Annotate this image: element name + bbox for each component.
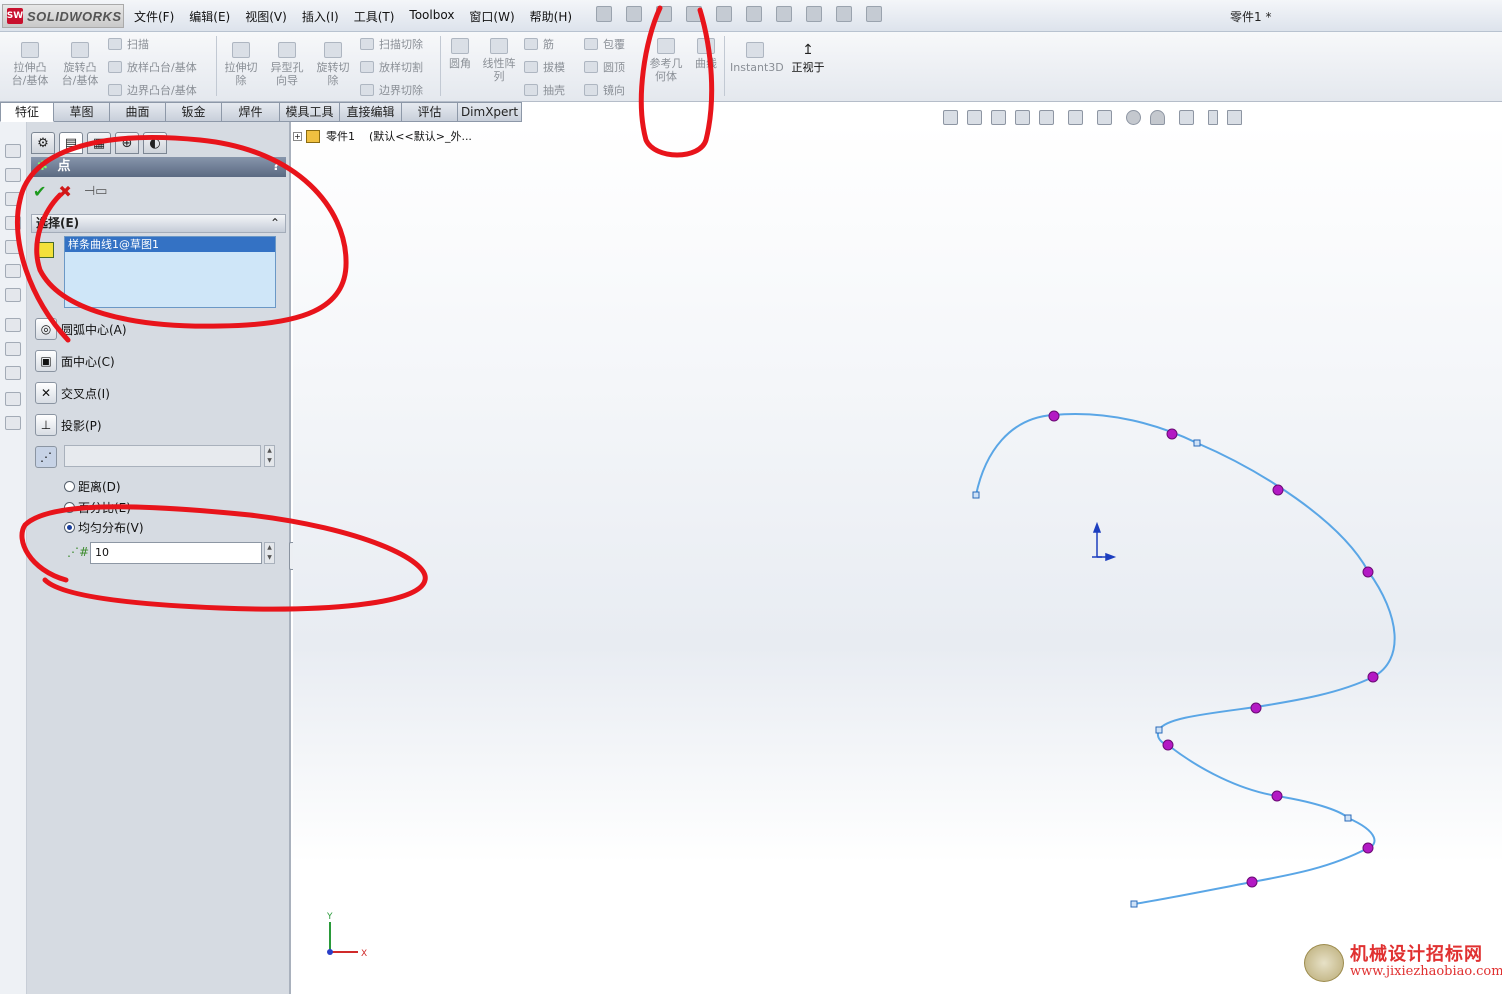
annotation-circle-even-distribution [19, 504, 428, 612]
annotation-circle-selection [14, 135, 349, 343]
reference-point[interactable] [1362, 842, 1374, 854]
reference-point[interactable] [1166, 428, 1178, 440]
reference-point[interactable] [1162, 739, 1174, 751]
hand-drawn-annotations [14, 5, 715, 612]
watermark-url: www.jixiezhaobiao.com [1350, 964, 1502, 979]
sketch-overlay: Y X [14, 5, 1396, 959]
watermark-seal-icon [1304, 944, 1344, 982]
spline-control-points [972, 439, 1378, 908]
spline-endpoint[interactable] [1130, 900, 1138, 908]
reference-point[interactable] [1272, 484, 1284, 496]
annotation-circle-reference-geometry [638, 5, 715, 158]
watermark-title: 机械设计招标网 [1350, 944, 1483, 965]
axis-x-label: X [361, 949, 367, 959]
reference-point[interactable] [1250, 702, 1262, 714]
reference-triad-icon: Y X [326, 912, 367, 959]
spline-control-point[interactable] [1155, 726, 1163, 734]
reference-point[interactable] [1367, 671, 1379, 683]
solidworks-window: SW SOLIDWORKS 文件(F) 编辑(E) 视图(V) 插入(I) 工具… [0, 0, 1502, 994]
reference-point[interactable] [1271, 790, 1283, 802]
reference-point[interactable] [1048, 410, 1060, 422]
watermark: 机械设计招标网 www.jixiezhaobiao.com [1300, 938, 1502, 986]
spline-control-point[interactable] [1344, 814, 1352, 822]
spline-curve[interactable] [975, 413, 1396, 905]
axis-y-label: Y [326, 912, 333, 922]
spline-control-point[interactable] [1193, 439, 1201, 447]
reference-point[interactable] [1362, 566, 1374, 578]
reference-point[interactable] [1246, 876, 1258, 888]
spline-endpoint[interactable] [972, 491, 980, 499]
origin-icon [1092, 521, 1117, 562]
distributed-points [1048, 410, 1379, 888]
